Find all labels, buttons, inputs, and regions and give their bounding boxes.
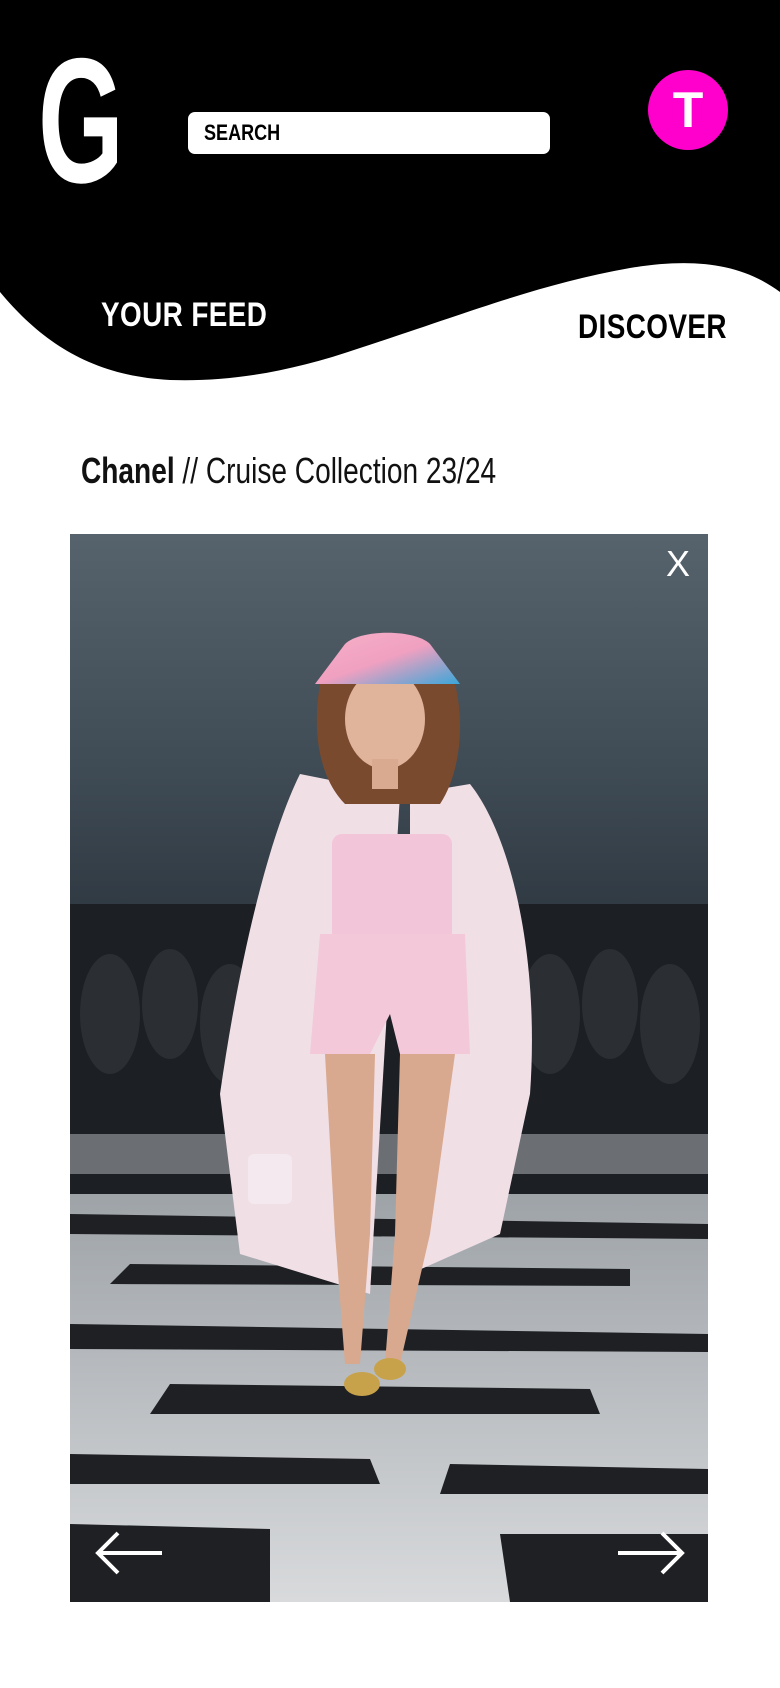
runway-photo: X (70, 534, 708, 1602)
arrow-left-icon[interactable] (92, 1530, 164, 1576)
tab-your-feed[interactable]: YOUR FEED (101, 296, 267, 335)
app-screen: G T YOUR FEED DISCOVER Chanel // Cruise … (0, 0, 780, 1688)
search-input[interactable] (204, 120, 475, 146)
runway-photo-illustration (70, 534, 708, 1602)
collection-season: Cruise Collection 23/24 (205, 450, 497, 491)
avatar[interactable]: T (648, 70, 728, 150)
arrow-right-icon[interactable] (616, 1530, 688, 1576)
title-separator: // (182, 450, 199, 491)
close-button[interactable]: X (666, 546, 690, 582)
logo[interactable]: G (38, 32, 124, 210)
brand-name: Chanel (81, 450, 175, 491)
collection-title: Chanel // Cruise Collection 23/24 (81, 450, 496, 492)
search-bar[interactable] (188, 112, 550, 154)
tab-discover[interactable]: DISCOVER (578, 308, 727, 347)
